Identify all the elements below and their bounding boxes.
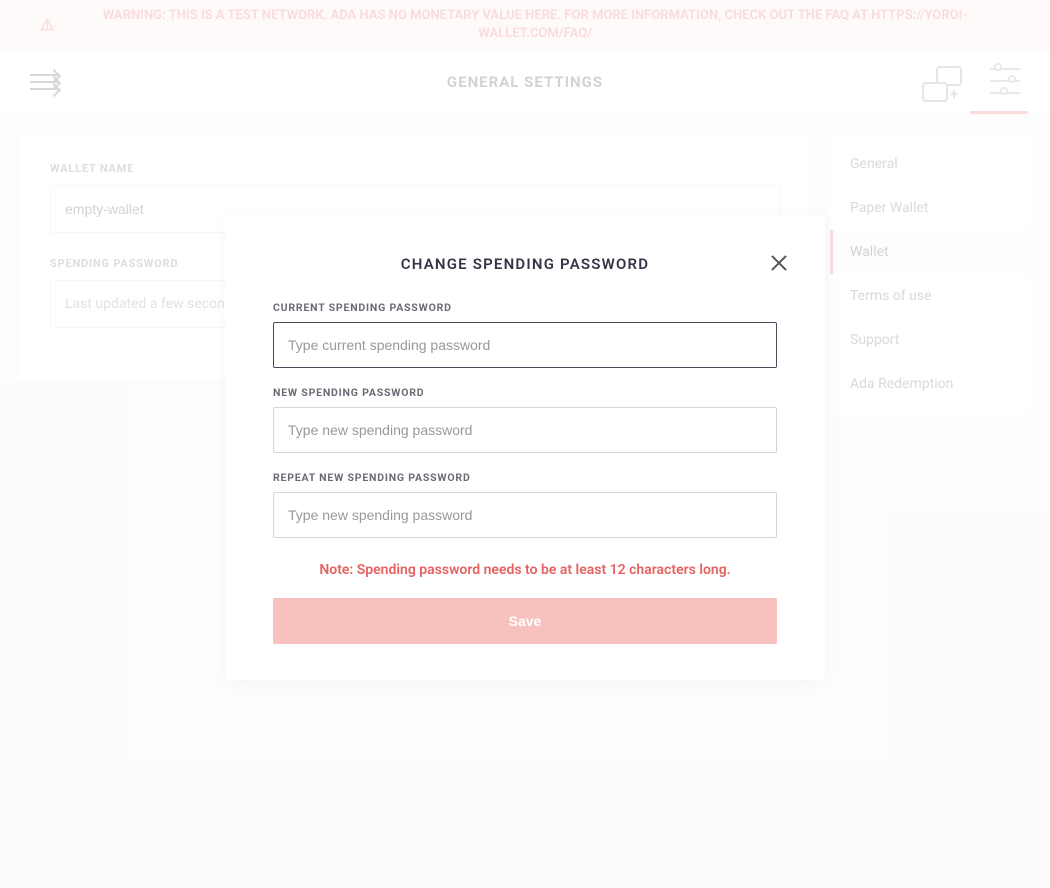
current-password-input[interactable] (273, 322, 777, 368)
new-password-group: NEW SPENDING PASSWORD (273, 386, 777, 453)
close-icon[interactable] (769, 253, 789, 273)
current-password-group: CURRENT SPENDING PASSWORD (273, 301, 777, 368)
modal-title: CHANGE SPENDING PASSWORD (273, 255, 777, 273)
password-length-note: Note: Spending password needs to be at l… (273, 562, 777, 578)
new-password-label: NEW SPENDING PASSWORD (273, 386, 777, 399)
repeat-password-group: REPEAT NEW SPENDING PASSWORD (273, 471, 777, 538)
repeat-password-label: REPEAT NEW SPENDING PASSWORD (273, 471, 777, 484)
current-password-label: CURRENT SPENDING PASSWORD (273, 301, 777, 314)
modal-overlay[interactable]: CHANGE SPENDING PASSWORD CURRENT SPENDIN… (0, 0, 1050, 888)
save-button[interactable]: Save (273, 598, 777, 644)
change-password-modal: CHANGE SPENDING PASSWORD CURRENT SPENDIN… (225, 215, 825, 680)
new-password-input[interactable] (273, 407, 777, 453)
repeat-password-input[interactable] (273, 492, 777, 538)
